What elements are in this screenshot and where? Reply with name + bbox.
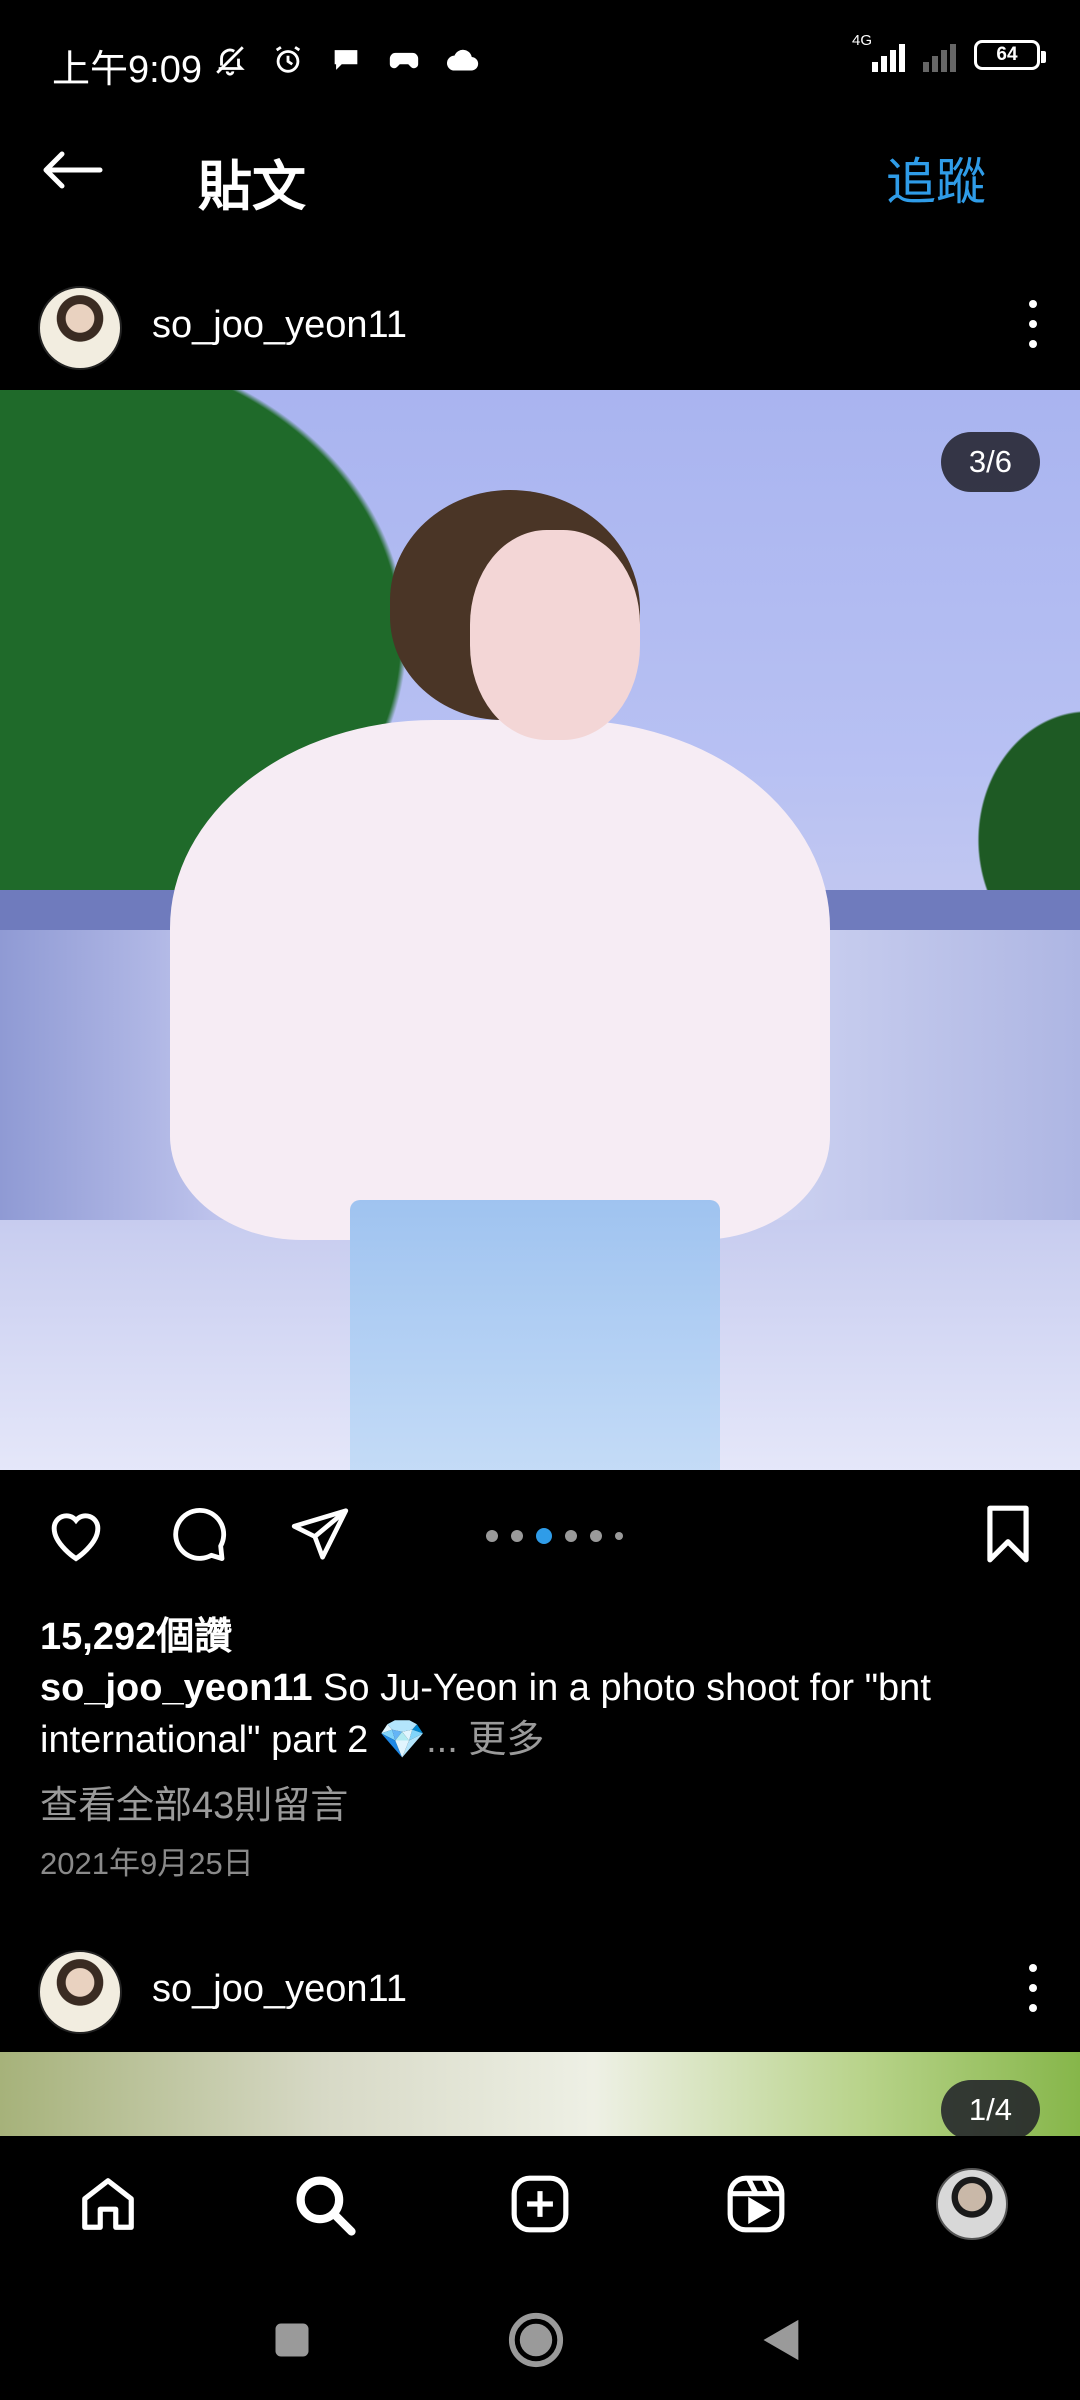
more-dot-icon [1029,320,1037,328]
triangle-back-icon [763,2319,799,2361]
nav-create[interactable] [504,2168,576,2240]
add-post-icon [511,2175,569,2233]
profile-avatar [936,2168,1008,2240]
save-button[interactable] [974,1500,1042,1568]
more-dot-icon [1029,300,1037,308]
next-post-image[interactable]: 1/4 [0,2052,1080,2136]
home-icon [82,2178,134,2230]
caption-username[interactable]: so_joo_yeon11 [40,1667,312,1709]
square-icon [275,2323,309,2357]
comment-button[interactable] [164,1500,232,1568]
status-icons-right: 4G 64 [850,32,1046,72]
battery-level: 64 [996,44,1018,65]
recent-apps-button[interactable] [262,2310,322,2370]
system-navigation-bar [0,2270,1080,2400]
more-options-button[interactable] [1018,294,1048,354]
status-bar: 上午9:09 4G 64 [0,0,1080,120]
carousel-dot [565,1530,577,1542]
nav-reels[interactable] [720,2168,792,2240]
battery-icon: 64 [974,40,1046,70]
send-icon [291,1508,349,1560]
post-header: so_joo_yeon11 [0,264,1080,374]
cloud-icon [442,40,482,80]
status-icons-left [210,40,482,80]
avatar[interactable] [38,286,122,370]
alarm-icon [268,40,308,80]
network-type: 4G [852,32,873,49]
bottom-navigation [0,2136,1080,2270]
carousel-dot [486,1530,498,1542]
page-title: 貼文 [198,157,306,217]
caption: so_joo_yeon11 So Ju-Yeon in a photo shoo… [40,1662,1040,1766]
image-counter-badge: 1/4 [940,2080,1040,2136]
like-button[interactable] [42,1500,110,1568]
post-actions [0,1470,1080,1590]
bell-off-icon [210,40,250,80]
more-dot-icon [1029,340,1037,348]
heart-icon [51,1513,101,1562]
arrow-left-icon [43,151,103,189]
comment-icon [173,1507,227,1561]
search-icon [296,2176,356,2236]
post-username[interactable]: so_joo_yeon11 [152,1968,407,2011]
status-time: 上午9:09 [52,49,202,91]
nav-search[interactable] [288,2168,360,2240]
app-header: 貼文 追蹤 [0,120,1080,220]
nav-profile[interactable] [936,2168,1008,2240]
carousel-dot [511,1530,523,1542]
circle-home-icon [508,2312,564,2368]
more-dot-icon [1029,1984,1037,1992]
chat-bubble-icon [326,40,366,80]
signal-strength-icon: 4G [850,32,905,72]
carousel-dot-active [536,1528,552,1544]
share-button[interactable] [286,1500,354,1568]
signal-empty-icon [923,38,956,72]
reels-icon [727,2175,785,2233]
follow-button[interactable]: 追蹤 [886,142,986,214]
carousel-dot [590,1530,602,1542]
carousel-dot [615,1532,623,1540]
likes-count[interactable]: 15,292個讚 [40,1605,232,1660]
post-image[interactable]: 3/6 [0,390,1080,1470]
game-controller-icon [384,40,424,80]
more-options-button[interactable] [1018,1958,1048,2018]
avatar[interactable] [38,1950,122,2034]
nav-home[interactable] [72,2168,144,2240]
view-comments-link[interactable]: 查看全部43則留言 [40,1774,348,1829]
next-post-header: so_joo_yeon11 [0,1928,1080,2038]
image-counter-badge: 3/6 [940,432,1040,492]
back-system-button[interactable] [750,2310,810,2370]
home-system-button[interactable] [506,2310,566,2370]
post-username[interactable]: so_joo_yeon11 [152,304,407,347]
back-button[interactable] [40,140,110,200]
post-date: 2021年9月25日 [40,1846,254,1881]
more-dot-icon [1029,1964,1037,1972]
caption-more-link[interactable]: ... 更多 [426,1719,544,1761]
carousel-indicator [486,1528,623,1544]
bookmark-icon [987,1505,1029,1563]
more-dot-icon [1029,2004,1037,2012]
